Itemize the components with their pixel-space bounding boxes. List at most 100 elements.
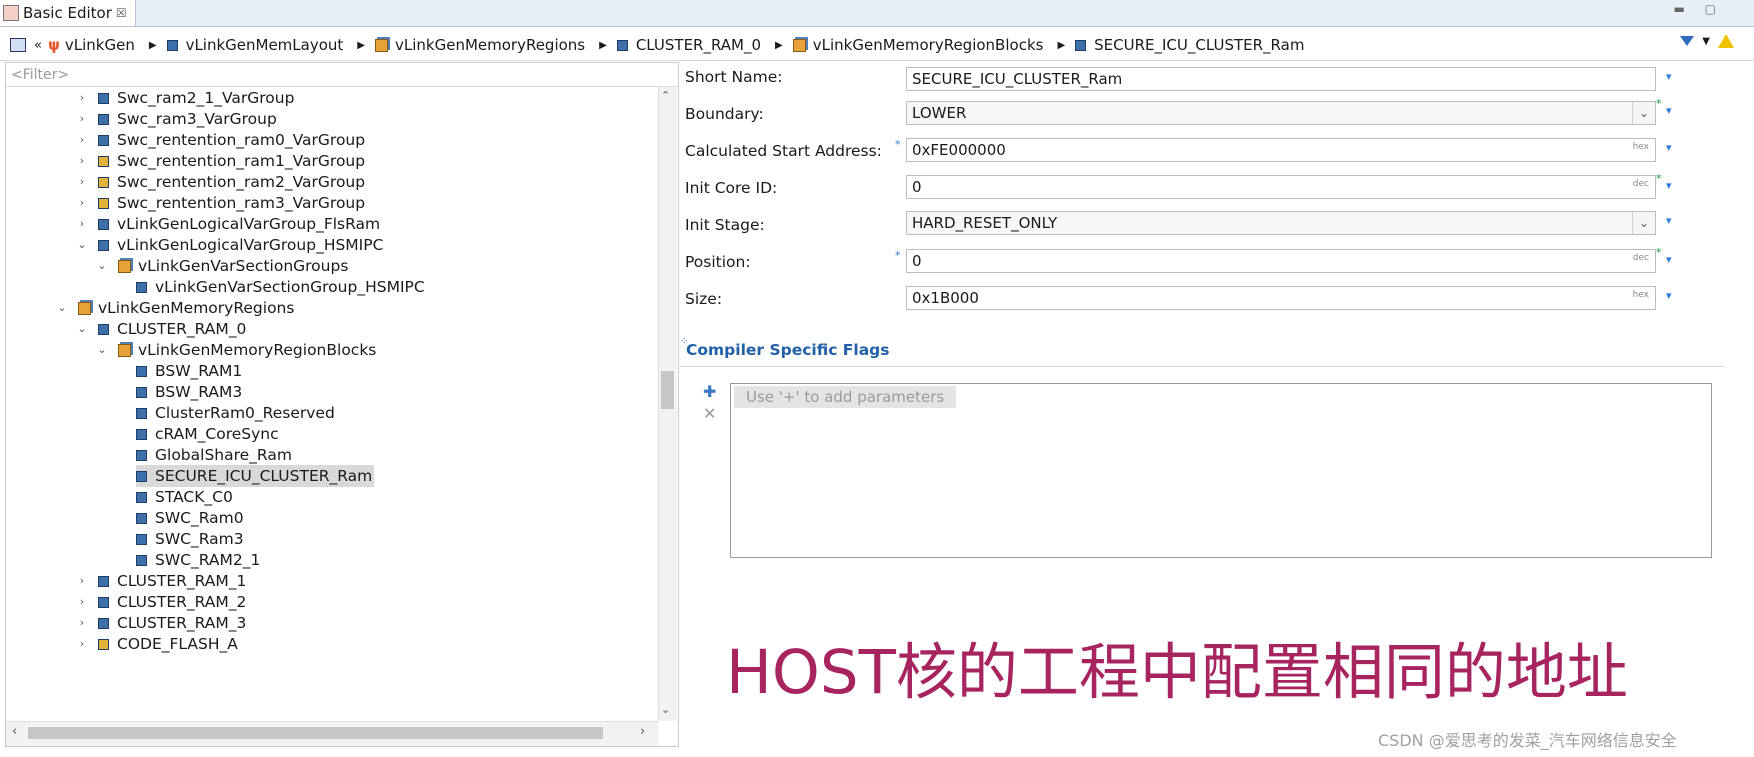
tree-item[interactable]: ⌄ vLinkGenLogicalVarGroup_HSMIPC [76,234,383,256]
scroll-right-icon[interactable]: › [640,724,645,739]
tree-item[interactable]: SWC_RAM2_1 [136,549,260,571]
tree-item[interactable]: ClusterRam0_Reserved [136,402,335,424]
collapse-arrow-icon[interactable]: ⌄ [96,339,108,361]
collapse-arrow-icon[interactable]: ⌄ [76,318,88,340]
tab-basic-editor[interactable]: Basic Editor ☒ [0,0,136,26]
breadcrumb-item-memoryregions[interactable]: vLinkGenMemoryRegions [375,36,585,54]
tree-item[interactable]: › Swc_ram3_VarGroup [76,108,277,130]
expand-arrow-icon[interactable]: › [76,213,88,235]
short-name-field[interactable]: SECURE_ICU_CLUSTER_Ram [906,67,1656,91]
scroll-up-icon[interactable]: ⌃ [661,89,670,102]
list-container-icon [375,38,388,52]
container-icon [98,575,109,587]
tree-item[interactable]: SWC_Ram0 [136,507,244,529]
remove-icon[interactable]: ✕ [703,404,716,423]
tree-item[interactable]: › Swc_ram2_1_VarGroup [76,87,295,109]
field-menu-icon[interactable]: ▾ [1666,70,1672,83]
container-icon [98,113,109,125]
expand-arrow-icon[interactable]: › [76,108,88,130]
field-menu-icon[interactable]: ▾ [1666,289,1672,302]
tree-item[interactable]: ⌄ vLinkGenVarSectionGroups [96,255,348,277]
dropdown-arrow-icon[interactable]: ▼ [1702,36,1710,47]
filter-icon[interactable] [1680,36,1695,46]
position-label: Position: [685,253,751,271]
collapse-arrow-icon[interactable]: ⌄ [96,255,108,277]
tree-item[interactable]: › CODE_FLASH_A [76,633,238,655]
filter-input[interactable]: <Filter> [6,63,678,87]
unit-label: dec [1632,179,1649,189]
expand-arrow-icon[interactable]: › [76,150,88,172]
breadcrumb-item-vlinkgen[interactable]: ψ vLinkGen [48,36,135,54]
scroll-down-icon[interactable]: ⌄ [661,703,670,716]
tree-item[interactable]: › CLUSTER_RAM_3 [76,612,247,634]
list-container-icon [118,259,131,273]
expand-arrow-icon[interactable]: › [76,591,88,613]
init-stage-select[interactable]: HARD_RESET_ONLY ⌄ [906,211,1656,235]
expand-arrow-icon[interactable]: › [76,612,88,634]
tree-item[interactable]: › Swc_rentention_ram3_VarGroup [76,192,365,214]
expand-arrow-icon[interactable]: › [76,192,88,214]
chevron-down-icon[interactable]: ⌄ [1632,212,1655,234]
back-chevron-icon[interactable]: « [34,38,42,53]
field-menu-icon[interactable]: ▾ [1666,214,1672,227]
tree-item[interactable]: ⌄ vLinkGenMemoryRegions [56,297,294,319]
add-icon[interactable]: ✚ [703,382,716,401]
tree-item-selected[interactable]: SECURE_ICU_CLUSTER_Ram [136,465,375,487]
tree-item[interactable]: ⌄ vLinkGenMemoryRegionBlocks [96,339,376,361]
expand-arrow-icon[interactable]: › [76,87,88,109]
tree-item[interactable]: SWC_Ram3 [136,528,244,550]
tree-item[interactable]: › Swc_rentention_ram2_VarGroup [76,171,365,193]
field-menu-icon[interactable]: ▾ [1666,253,1672,266]
warning-icon[interactable] [1718,34,1734,48]
boundary-select[interactable]: LOWER ⌄ [906,101,1656,125]
calc-start-field[interactable]: 0xFE000000 hex [906,138,1656,162]
size-field[interactable]: 0x1B000 hex [906,286,1656,310]
container-icon [98,92,109,104]
tree-item[interactable]: BSW_RAM1 [136,360,242,382]
init-stage-value: HARD_RESET_ONLY [912,214,1058,232]
tree-item[interactable]: › CLUSTER_RAM_1 [76,570,247,592]
tree-item[interactable]: › vLinkGenLogicalVarGroup_FlsRam [76,213,380,235]
field-menu-icon[interactable]: ▾ [1666,104,1672,117]
scroll-left-icon[interactable]: ‹ [12,724,17,739]
outline-icon[interactable] [10,38,26,52]
chevron-down-icon[interactable]: ⌄ [1632,102,1655,124]
vertical-scroll-thumb[interactable] [661,371,674,409]
field-menu-icon[interactable]: ▾ [1666,141,1672,154]
collapse-arrow-icon[interactable]: ⌄ [76,234,88,256]
window-controls[interactable]: ▬ ▢ [1674,2,1725,16]
container-icon [136,533,147,545]
tree-item[interactable]: STACK_C0 [136,486,233,508]
section-divider [680,366,1725,367]
container-icon [1075,39,1087,51]
breadcrumb-item-secure-icu[interactable]: SECURE_ICU_CLUSTER_Ram [1075,36,1304,54]
tree-item[interactable]: › Swc_rentention_ram1_VarGroup [76,150,365,172]
tree-item[interactable]: ⌄ CLUSTER_RAM_0 [76,318,246,340]
tree-item[interactable]: vLinkGenVarSectionGroup_HSMIPC [136,276,425,298]
breadcrumb-item-regionblocks[interactable]: vLinkGenMemoryRegionBlocks [792,36,1043,54]
field-menu-icon[interactable]: ▾ [1666,179,1672,192]
horizontal-scroll-thumb[interactable] [28,727,603,739]
container-icon [136,386,147,398]
compiler-flags-list[interactable] [730,383,1712,558]
expand-arrow-icon[interactable]: › [76,570,88,592]
breadcrumb-arrow-icon: ▶ [599,39,607,51]
expand-arrow-icon[interactable]: › [76,171,88,193]
tree-item[interactable]: cRAM_CoreSync [136,423,279,445]
tree-item[interactable]: BSW_RAM3 [136,381,242,403]
init-core-field[interactable]: 0 dec [906,175,1656,199]
expand-arrow-icon[interactable]: › [76,129,88,151]
position-field[interactable]: 0 dec [906,249,1656,273]
calculated-marker-icon: * [895,138,901,151]
breadcrumb-item-memlayout[interactable]: vLinkGenMemLayout [166,36,343,54]
breadcrumb-arrow-icon: ▶ [1057,39,1066,51]
tree-item[interactable]: GlobalShare_Ram [136,444,292,466]
expand-arrow-icon[interactable]: › [76,633,88,655]
tree-item[interactable]: › CLUSTER_RAM_2 [76,591,247,613]
tree-item[interactable]: › Swc_rentention_ram0_VarGroup [76,129,365,151]
breadcrumb-item-cluster-ram-0[interactable]: CLUSTER_RAM_0 [616,36,761,54]
close-icon[interactable]: ☒ [116,6,127,20]
compiler-flags-heading[interactable]: Compiler Specific Flags [686,341,889,359]
container-icon [136,428,147,440]
collapse-arrow-icon[interactable]: ⌄ [56,297,68,319]
